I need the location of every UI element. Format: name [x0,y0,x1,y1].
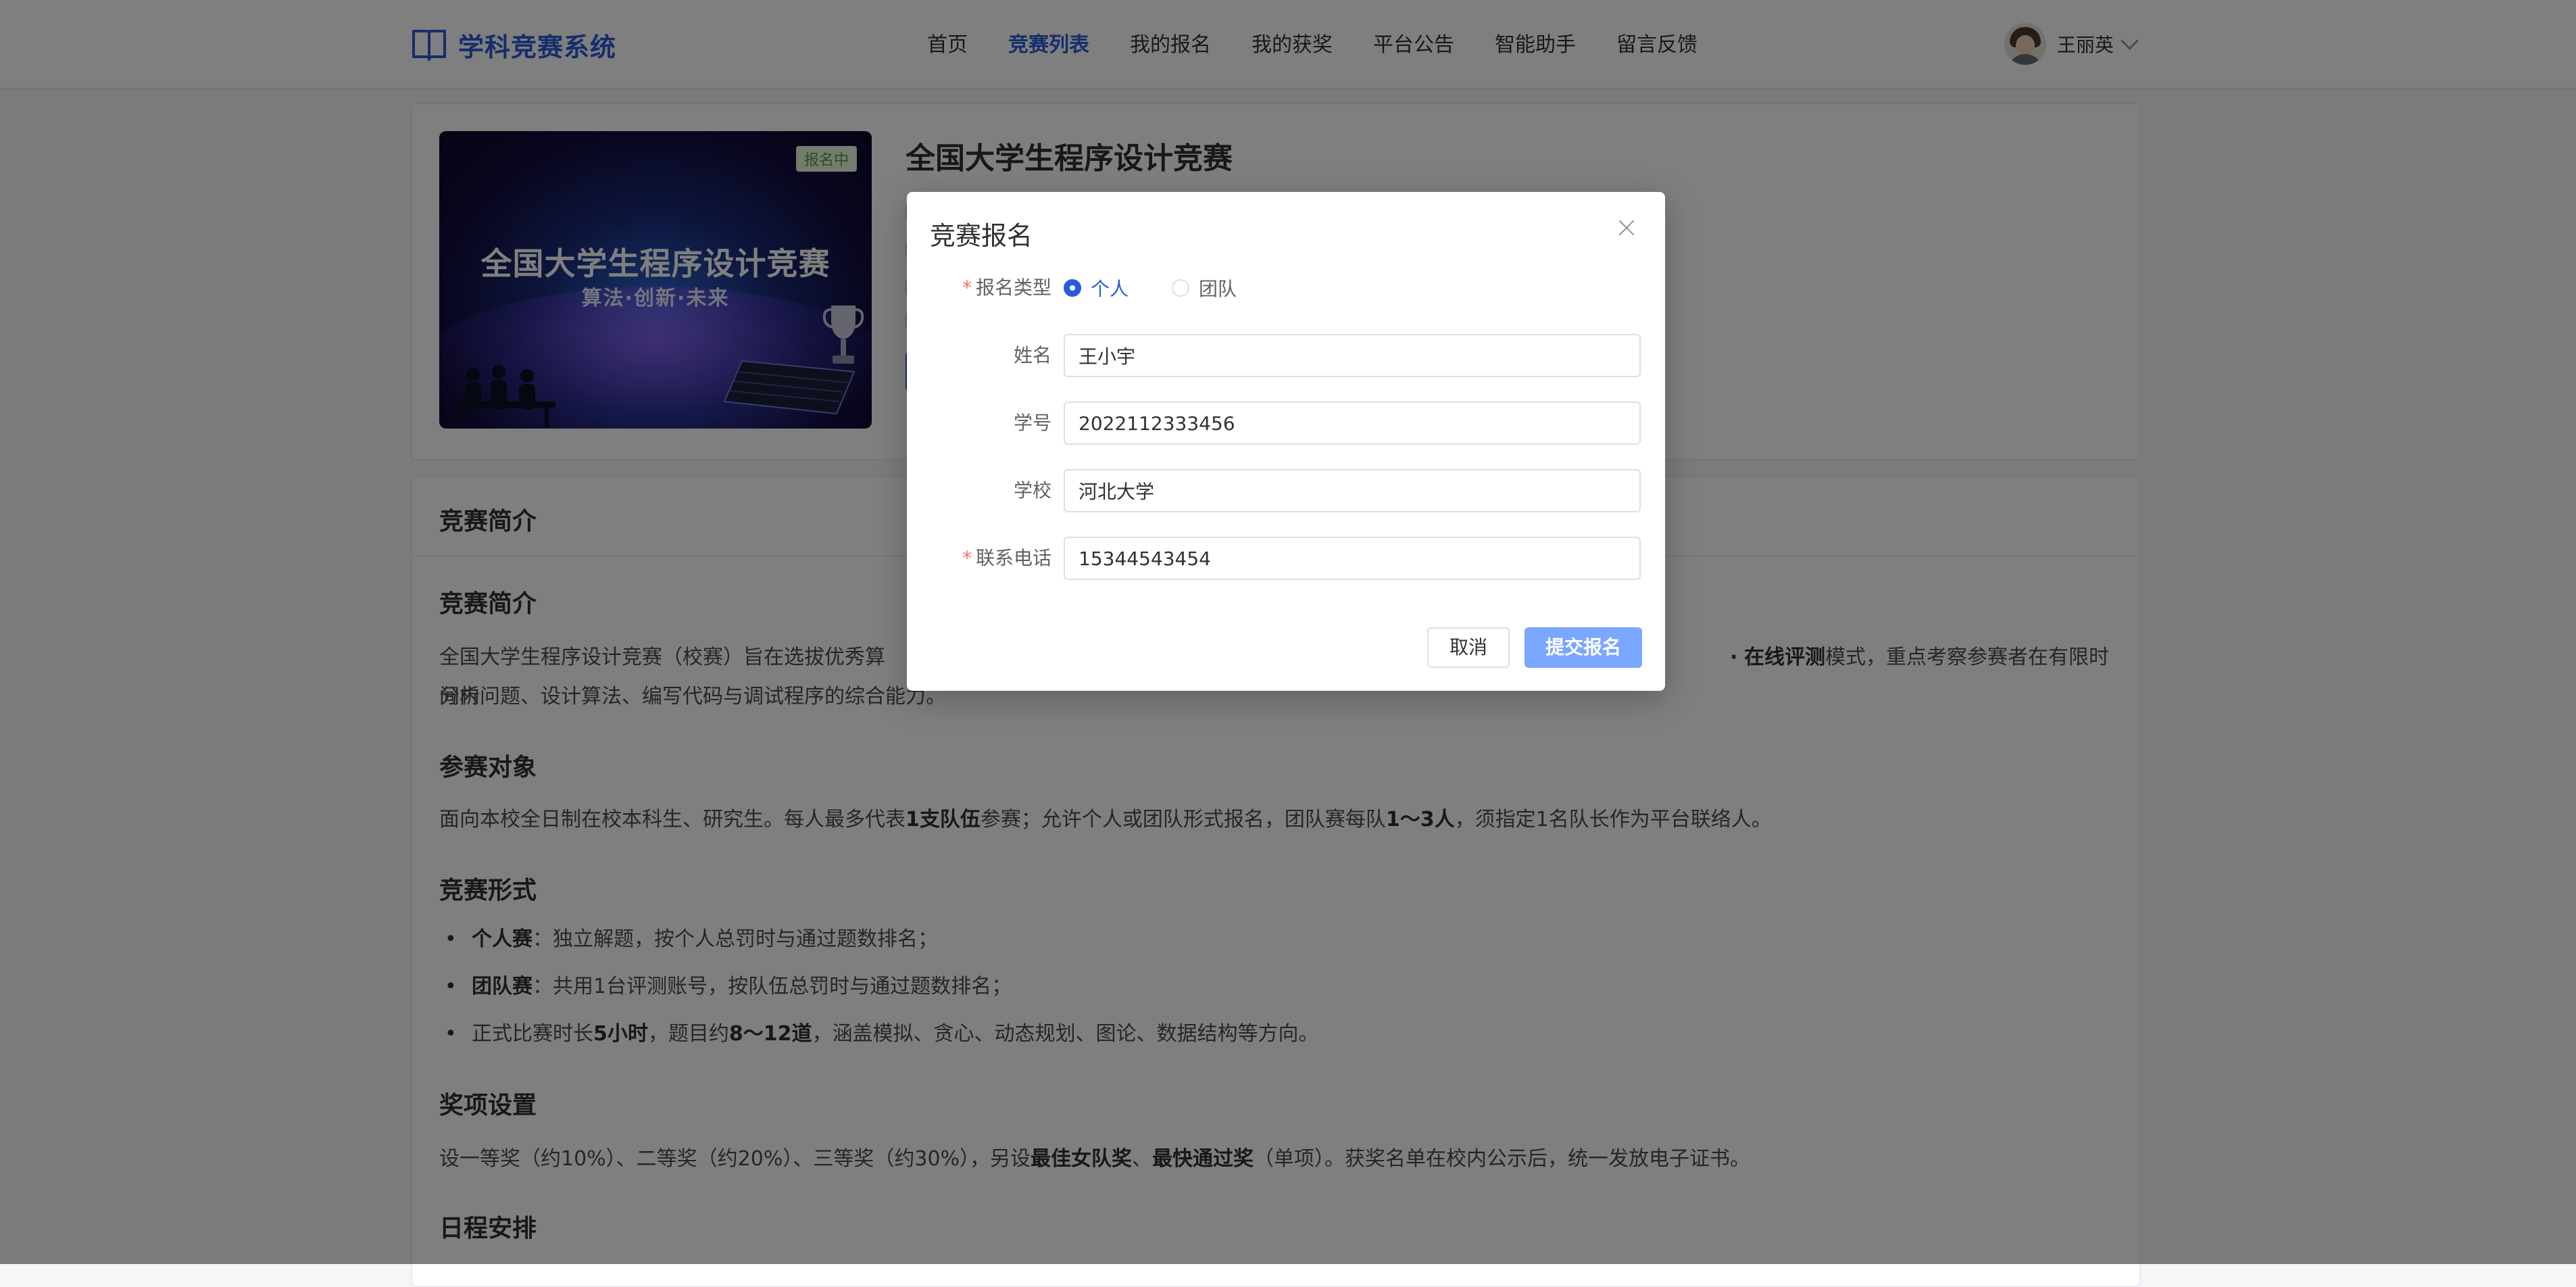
name-input[interactable] [1064,334,1641,377]
form-row-name: 姓名 [907,334,1665,377]
close-icon[interactable] [1615,216,1638,239]
cancel-button[interactable]: 取消 [1427,627,1510,668]
form-row-type: * 报名类型 个人 团队 [907,266,1665,310]
student-id-input[interactable] [1064,402,1641,445]
form-row-school: 学校 [907,469,1665,512]
type-label: * 报名类型 [962,276,1051,299]
radio-unchecked-icon [1172,279,1189,297]
name-label: 姓名 [1013,344,1051,366]
radio-checked-icon [1064,279,1081,297]
phone-label: * 联系电话 [962,547,1051,569]
school-label: 学校 [1013,479,1051,502]
registration-dialog: 竞赛报名 *报名类型 个人 团队 姓名 学号 学校 *联系电话 取消 提交报名 [907,192,1665,691]
radio-team[interactable]: 团队 [1172,266,1237,310]
student-id-label: 学号 [1013,412,1051,434]
phone-input[interactable] [1064,537,1641,580]
school-input[interactable] [1064,469,1641,512]
submit-registration-button[interactable]: 提交报名 [1525,627,1642,668]
dialog-title: 竞赛报名 [930,221,1033,251]
radio-individual[interactable]: 个人 [1064,266,1129,310]
form-row-phone: * 联系电话 [907,537,1665,580]
form-row-student-id: 学号 [907,402,1665,445]
